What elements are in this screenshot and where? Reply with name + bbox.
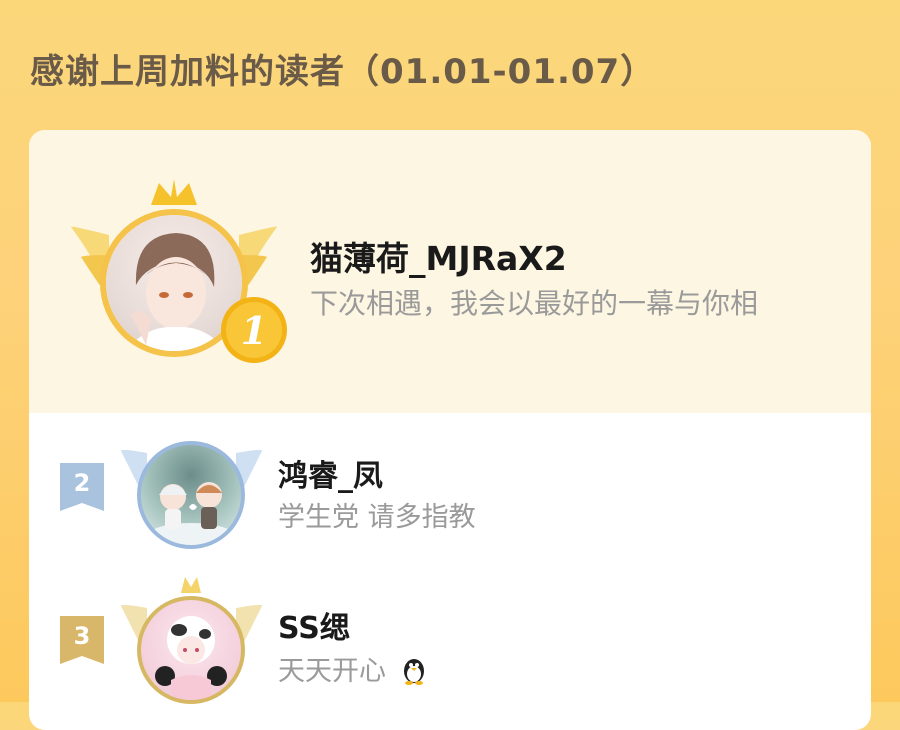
- gold-rank-medal-icon: 1: [221, 297, 287, 363]
- reader-name: SS缌: [278, 611, 350, 646]
- rank-number: 2: [73, 469, 91, 497]
- reader-name: 猫薄荷_MJRaX2: [310, 239, 567, 278]
- leaderboard-item-2[interactable]: 2 鸿睿_凤 学生党 请多指教: [29, 413, 871, 563]
- silver-wing-frame-icon: [119, 423, 264, 553]
- bronze-rank-badge: 3: [60, 616, 104, 664]
- signature-text: 天天开心: [278, 656, 386, 687]
- leaderboard-item-1[interactable]: 1 猫薄荷_MJRaX2 下次相遇，我会以最好的一幕与你相: [29, 130, 871, 413]
- cow-girl-avatar-icon: [141, 600, 241, 700]
- page-title: 感谢上周加料的读者（01.01-01.07）: [30, 52, 656, 92]
- leaderboard-card: 1 猫薄荷_MJRaX2 下次相遇，我会以最好的一幕与你相 2 鸿睿_凤 学生党…: [29, 130, 871, 730]
- reader-signature: 下次相遇，我会以最好的一幕与你相: [310, 287, 759, 320]
- silver-rank-badge: 2: [60, 463, 104, 511]
- rank-number: 1: [241, 308, 267, 353]
- leaderboard-item-3[interactable]: 3 SS缌 天天开心: [29, 563, 871, 713]
- bronze-wing-frame-icon: [119, 573, 264, 708]
- rank-number: 3: [73, 622, 91, 650]
- reader-signature: 学生党 请多指教: [278, 502, 476, 533]
- chibi-couple-avatar-icon: [141, 445, 241, 545]
- penguin-icon: [403, 659, 424, 685]
- gold-wing-frame-icon: 1: [69, 175, 287, 365]
- reader-name: 鸿睿_凤: [278, 459, 383, 494]
- reader-signature: 天天开心: [278, 649, 429, 688]
